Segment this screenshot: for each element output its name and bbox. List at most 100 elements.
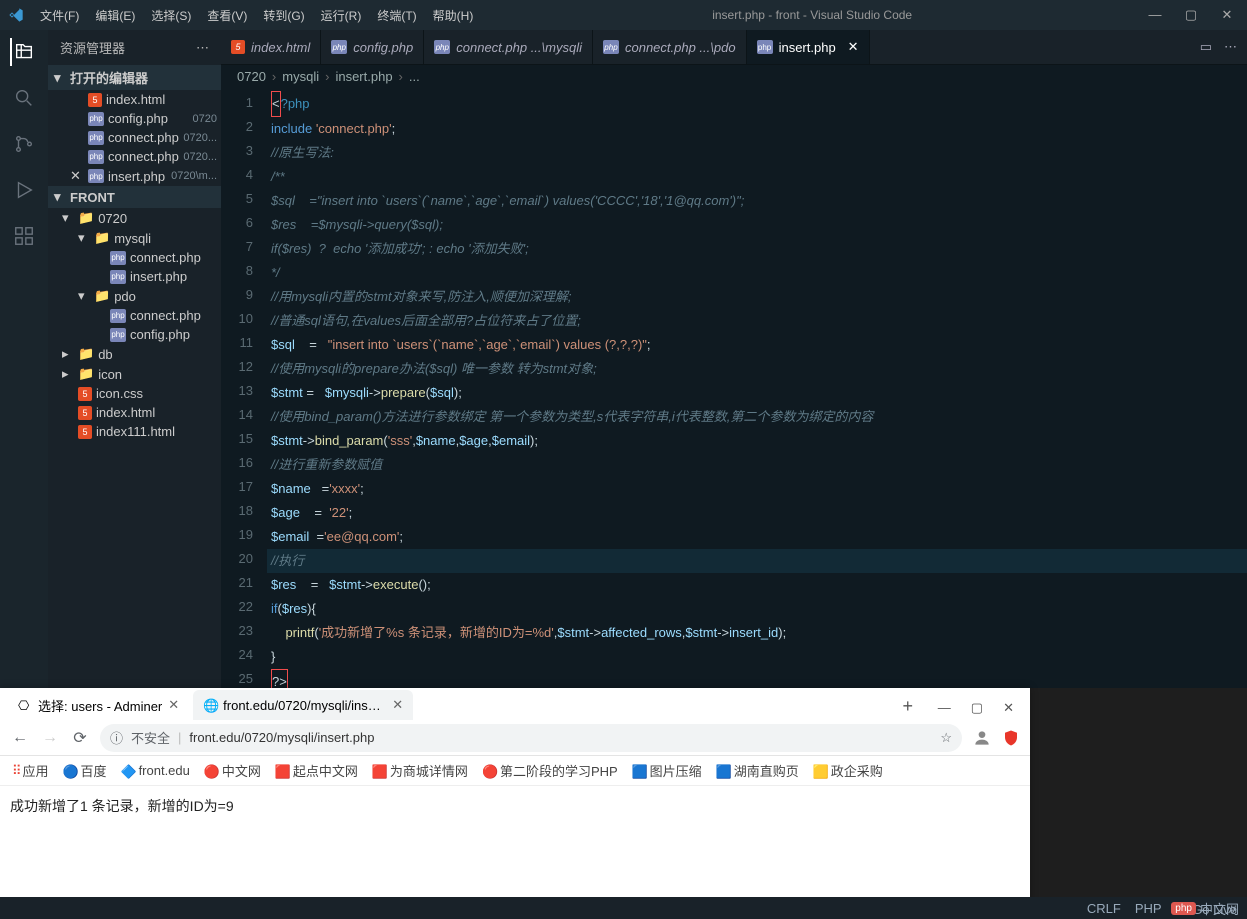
- more-icon[interactable]: ⋯: [1224, 39, 1237, 55]
- info-icon[interactable]: ⓘ: [110, 728, 123, 747]
- tree-item[interactable]: ▾📁0720: [48, 208, 221, 228]
- tree-item[interactable]: phpconfig.php: [48, 325, 221, 344]
- bookmark-icon: 🔴: [482, 764, 496, 778]
- tree-item[interactable]: 5icon.css: [48, 384, 221, 403]
- titlebar: 文件(F)编辑(E)选择(S)查看(V)转到(G)运行(R)终端(T)帮助(H)…: [0, 0, 1247, 30]
- browser-tabs: ⎔选择: users - Adminer✕🌐front.edu/0720/mys…: [8, 690, 894, 720]
- bookmark-item[interactable]: 🟦图片压缩: [632, 761, 702, 780]
- star-icon[interactable]: ☆: [940, 730, 952, 746]
- minimize-button[interactable]: —: [1143, 7, 1167, 23]
- close-icon[interactable]: ✕: [848, 39, 859, 55]
- extensions-icon[interactable]: [10, 222, 38, 250]
- browser-toolbar: ← → ⟳ ⓘ 不安全 | ☆: [0, 720, 1030, 756]
- menu-bar: 文件(F)编辑(E)选择(S)查看(V)转到(G)运行(R)终端(T)帮助(H): [32, 3, 481, 28]
- code-editor[interactable]: 1234567891011121314151617181920212223242…: [221, 87, 1247, 688]
- back-button[interactable]: ←: [10, 729, 30, 747]
- breadcrumb[interactable]: 0720›mysqli›insert.php›...: [221, 65, 1247, 87]
- open-editors-section[interactable]: ▾打开的编辑器: [48, 65, 221, 90]
- favicon-icon: 🌐: [203, 698, 217, 712]
- bookmark-item[interactable]: 🟦湖南直购页: [716, 761, 799, 780]
- tree-item[interactable]: ▾📁pdo: [48, 286, 221, 306]
- editor-tabs: 5index.htmlphpconfig.phpphpconnect.php .…: [221, 30, 1247, 65]
- bookmark-item[interactable]: 🟨政企采购: [813, 761, 883, 780]
- activity-bar: [0, 30, 48, 688]
- browser-titlebar: ⎔选择: users - Adminer✕🌐front.edu/0720/mys…: [0, 688, 1030, 720]
- maximize-button[interactable]: ▢: [1179, 7, 1203, 23]
- close-button[interactable]: ✕: [1215, 7, 1239, 23]
- breadcrumb-item[interactable]: ...: [409, 69, 420, 84]
- browser-tab[interactable]: ⎔选择: users - Adminer✕: [8, 690, 189, 720]
- tree-item[interactable]: ▸📁db: [48, 344, 221, 364]
- bookmark-item[interactable]: 🟥起点中文网: [275, 761, 358, 780]
- url-input[interactable]: [189, 730, 932, 745]
- editor-tab[interactable]: phpconfig.php: [321, 30, 424, 64]
- open-editor-item[interactable]: phpconnect.php0720...: [48, 128, 221, 147]
- crlf-indicator[interactable]: CRLF: [1087, 901, 1121, 916]
- project-section[interactable]: ▾FRONT: [48, 186, 221, 208]
- browser-tab[interactable]: 🌐front.edu/0720/mysqli/insert.p✕: [193, 690, 413, 720]
- shield-icon[interactable]: [1002, 729, 1020, 747]
- bookmark-icon: 🔵: [63, 764, 77, 778]
- menu-item[interactable]: 终端(T): [369, 3, 424, 28]
- split-editor-icon[interactable]: ▭: [1200, 39, 1212, 55]
- bookmark-item[interactable]: 🔴中文网: [204, 761, 261, 780]
- open-editor-item[interactable]: ✕phpinsert.php0720\m...: [48, 166, 221, 186]
- editor-area: 5index.htmlphpconfig.phpphpconnect.php .…: [221, 30, 1247, 688]
- language-indicator[interactable]: PHP: [1135, 901, 1162, 916]
- menu-item[interactable]: 编辑(E): [87, 3, 143, 28]
- close-icon[interactable]: ✕: [70, 168, 84, 184]
- profile-icon[interactable]: [972, 728, 992, 748]
- search-icon[interactable]: [10, 84, 38, 112]
- menu-item[interactable]: 选择(S): [143, 3, 199, 28]
- bookmark-icon: 🔴: [204, 764, 218, 778]
- editor-tab[interactable]: phpinsert.php✕: [747, 30, 870, 64]
- breadcrumb-item[interactable]: 0720: [237, 69, 266, 84]
- close-icon[interactable]: ✕: [392, 697, 403, 713]
- tree-item[interactable]: phpconnect.php: [48, 248, 221, 267]
- editor-tab[interactable]: 5index.html: [221, 30, 321, 64]
- tree-item[interactable]: ▸📁icon: [48, 364, 221, 384]
- more-icon[interactable]: ⋯: [196, 40, 209, 56]
- address-bar[interactable]: ⓘ 不安全 | ☆: [100, 724, 962, 752]
- bookmark-item[interactable]: 🔷front.edu: [121, 763, 190, 778]
- insecure-label: 不安全: [131, 728, 170, 747]
- debug-icon[interactable]: [10, 176, 38, 204]
- sidebar-title: 资源管理器: [60, 38, 125, 57]
- bookmark-item[interactable]: 🟥为商城详情网: [372, 761, 468, 780]
- menu-item[interactable]: 帮助(H): [425, 3, 482, 28]
- open-editor-item[interactable]: 5index.html: [48, 90, 221, 109]
- bookmark-item[interactable]: 🔴第二阶段的学习PHP: [482, 761, 618, 780]
- tree-item[interactable]: 5index.html: [48, 403, 221, 422]
- apps-button[interactable]: ⠿应用: [12, 761, 49, 780]
- bookmark-icon: 🔷: [121, 764, 135, 778]
- new-tab-button[interactable]: +: [894, 692, 922, 720]
- menu-item[interactable]: 查看(V): [199, 3, 255, 28]
- open-editor-item[interactable]: phpconfig.php0720: [48, 109, 221, 128]
- tree-item[interactable]: 5index111.html: [48, 422, 221, 441]
- bookmarks-bar: ⠿应用 🔵百度 🔷front.edu 🔴中文网 🟥起点中文网 🟥为商城详情网 🔴第二阶段的…: [0, 756, 1030, 786]
- breadcrumb-item[interactable]: mysqli: [282, 69, 319, 84]
- source-control-icon[interactable]: [10, 130, 38, 158]
- tree-item[interactable]: phpconnect.php: [48, 306, 221, 325]
- close-icon[interactable]: ✕: [168, 697, 179, 713]
- maximize-button[interactable]: ▢: [971, 700, 983, 716]
- close-button[interactable]: ✕: [1003, 700, 1014, 716]
- tree-item[interactable]: phpinsert.php: [48, 267, 221, 286]
- menu-item[interactable]: 文件(F): [32, 3, 87, 28]
- tree-item[interactable]: ▾📁mysqli: [48, 228, 221, 248]
- minimize-button[interactable]: —: [938, 700, 951, 716]
- menu-item[interactable]: 运行(R): [313, 3, 370, 28]
- bookmark-icon: 🟥: [275, 764, 289, 778]
- bookmark-item[interactable]: 🔵百度: [63, 761, 107, 780]
- explorer-icon[interactable]: [10, 38, 38, 66]
- open-editor-item[interactable]: phpconnect.php0720...: [48, 147, 221, 166]
- php-chn-badge[interactable]: php中文网: [1171, 897, 1239, 919]
- reload-button[interactable]: ⟳: [70, 728, 90, 748]
- editor-tab[interactable]: phpconnect.php ...\mysqli: [424, 30, 593, 64]
- forward-button[interactable]: →: [40, 729, 60, 747]
- menu-item[interactable]: 转到(G): [255, 3, 312, 28]
- editor-tab[interactable]: phpconnect.php ...\pdo: [593, 30, 747, 64]
- bookmark-icon: 🟥: [372, 764, 386, 778]
- breadcrumb-item[interactable]: insert.php: [335, 69, 392, 84]
- code-content[interactable]: <?phpinclude 'connect.php';//原生写法:/**$sq…: [267, 87, 1247, 688]
